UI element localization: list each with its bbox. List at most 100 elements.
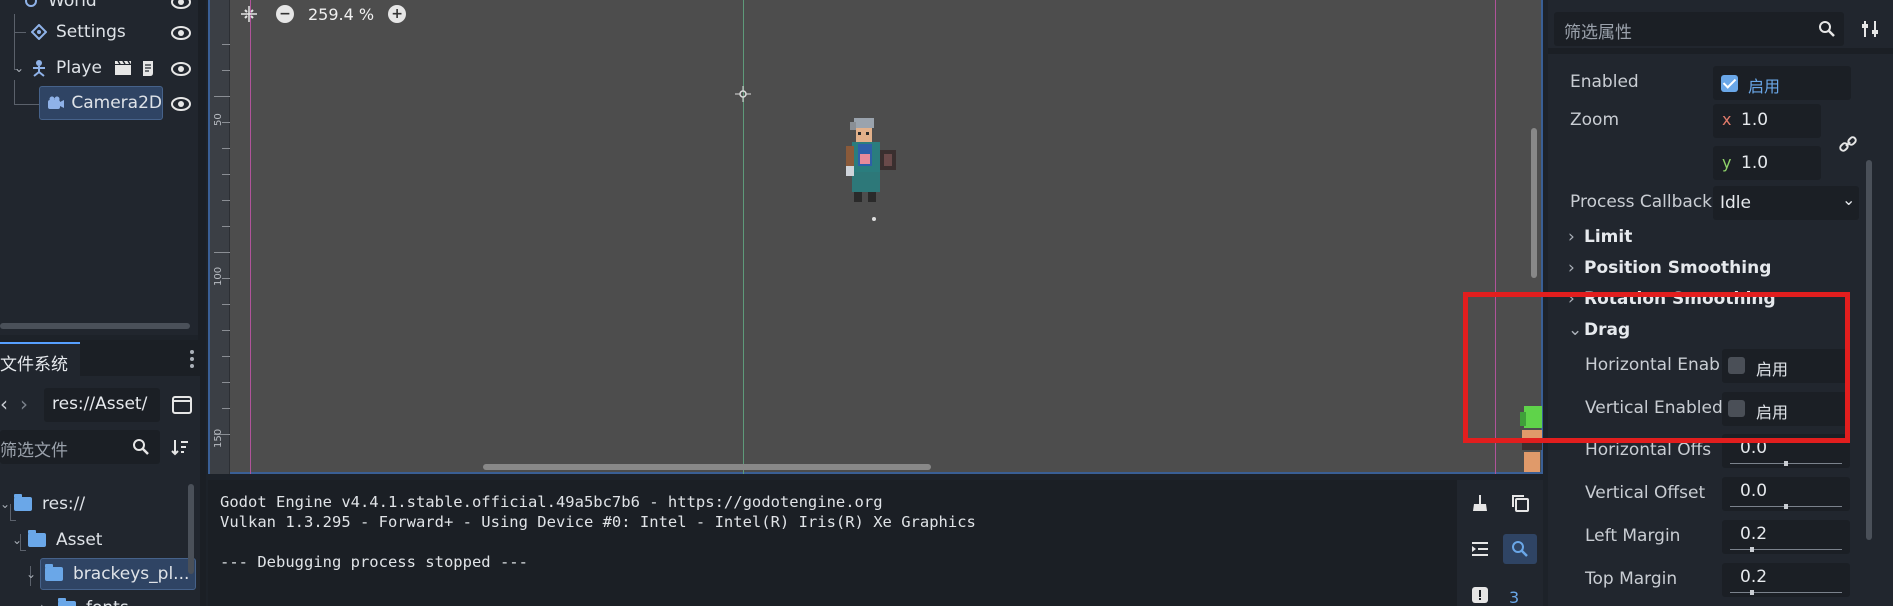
collapse-duplicates-button[interactable]	[1463, 534, 1497, 564]
collapse-chevron-icon[interactable]: ⌄	[12, 533, 28, 547]
zoom-out-button[interactable]: −	[276, 5, 294, 23]
tree-item-settings[interactable]: Settings	[28, 15, 200, 49]
vertical-scrollbar[interactable]	[188, 484, 194, 574]
highlight-annotation-box	[1463, 292, 1850, 443]
camera-center-crosshair	[735, 86, 751, 102]
sort-icon[interactable]	[170, 438, 190, 461]
clapperboard-icon[interactable]	[114, 60, 132, 76]
ruler-tick	[222, 226, 230, 227]
player-sprite	[846, 118, 896, 221]
kebab-menu-icon[interactable]	[190, 350, 194, 368]
log-line: --- Debugging process stopped ---	[220, 553, 528, 571]
collapse-chevron-icon[interactable]: ⌄	[0, 497, 14, 511]
tab-filesystem[interactable]: 文件系统	[0, 342, 80, 376]
folder-icon	[28, 530, 46, 547]
fs-item-res[interactable]: ⌄ res://	[0, 488, 85, 520]
y-axis-label: y	[1722, 153, 1732, 172]
inspector-scrollbar[interactable]	[1866, 160, 1872, 540]
forward-arrow-icon[interactable]: ›	[20, 392, 28, 416]
inspector-divider	[1548, 48, 1893, 54]
fs-item-label: res://	[42, 494, 86, 514]
fs-item-asset[interactable]: ⌄ Asset	[12, 524, 102, 556]
visibility-eye-icon[interactable]	[170, 0, 192, 9]
zoom-level[interactable]: 259.4 %	[308, 5, 374, 24]
vertical-offset-slider[interactable]: 0.0	[1722, 477, 1850, 511]
visibility-eye-icon[interactable]	[170, 61, 192, 76]
left-margin-slider[interactable]: 0.2	[1722, 520, 1850, 554]
visibility-eye-icon[interactable]	[170, 96, 192, 111]
section-title: Limit	[1584, 227, 1633, 247]
tree-connector	[14, 104, 40, 105]
scene-tree-panel: World Settings ⌄ Playe Camera2D	[0, 0, 200, 335]
tree-item-player[interactable]: ⌄ Playe	[14, 51, 200, 85]
zoom-y-value[interactable]: 1.0	[1741, 153, 1768, 173]
vertical-scrollbar[interactable]	[1531, 128, 1537, 278]
filter-search-button[interactable]	[1503, 534, 1537, 564]
vertical-ruler: 50 100 150	[210, 0, 230, 474]
copy-output-button[interactable]	[1503, 488, 1537, 518]
ruler-tick	[222, 382, 230, 383]
process-callback-label: Process Callback	[1570, 192, 1713, 212]
script-icon[interactable]	[140, 59, 156, 77]
log-line: Godot Engine v4.4.1.stable.official.49a5…	[220, 493, 883, 511]
ruler-tick	[222, 304, 230, 305]
enabled-value: 启用	[1748, 77, 1781, 96]
back-arrow-icon[interactable]: ‹	[0, 392, 8, 416]
camera2d-icon	[46, 92, 65, 114]
slider-grabber[interactable]	[1784, 461, 1788, 466]
path-field[interactable]: res://Asset/	[44, 388, 160, 422]
search-icon	[1818, 20, 1836, 43]
fs-item-label: Asset	[56, 530, 103, 550]
inspector-tools-button[interactable]	[1856, 12, 1884, 46]
property-filter-input[interactable]: 筛选属性	[1554, 12, 1844, 46]
split-view-icon[interactable]	[172, 396, 192, 419]
path-row: ‹ › res://Asset/	[0, 388, 200, 422]
clear-output-button[interactable]	[1463, 488, 1497, 518]
character-body-icon	[28, 57, 50, 79]
output-panel: Godot Engine v4.4.1.stable.official.49a5…	[208, 480, 1543, 606]
section-limit[interactable]: › Limit	[1568, 227, 1632, 247]
filesystem-panel: 文件系统 ‹ › res://Asset/ 筛选文件 ⌄ res:// ⌄ As…	[0, 340, 200, 606]
output-log[interactable]: Godot Engine v4.4.1.stable.official.49a5…	[220, 492, 976, 572]
tree-item-label: Playe	[56, 58, 102, 78]
slider-grabber[interactable]	[1784, 504, 1788, 509]
vertical-offset-label: Vertical Offset	[1585, 483, 1706, 503]
chevron-right-icon: ›	[1568, 227, 1575, 247]
tree-item-label: Settings	[56, 22, 126, 42]
zoom-x-value[interactable]: 1.0	[1741, 110, 1768, 130]
horizontal-scrollbar[interactable]	[0, 323, 190, 329]
ruler-label: 100	[213, 266, 224, 286]
ruler-tick	[222, 356, 230, 357]
filesystem-tabbar: 文件系统	[0, 340, 200, 376]
ruler-tick	[222, 148, 230, 149]
center-view-icon[interactable]	[240, 5, 258, 23]
zoom-in-button[interactable]: +	[388, 5, 407, 23]
ruler-tick	[222, 70, 230, 71]
node2d-icon	[28, 21, 50, 43]
enabled-checkbox[interactable]	[1721, 75, 1738, 92]
viewport-bound-line	[250, 0, 251, 474]
fs-item-label: brackeys_pl...	[73, 564, 190, 584]
errors-toggle-button[interactable]	[1463, 580, 1497, 606]
scene-tree: World Settings ⌄ Playe Camera2D	[0, 0, 200, 335]
visibility-eye-icon[interactable]	[170, 25, 192, 40]
collapse-chevron-icon[interactable]: ⌄	[14, 61, 28, 75]
expand-chevron-icon[interactable]: ›	[40, 600, 58, 606]
selected-folder-row[interactable]: brackeys_pl...	[40, 558, 197, 590]
fs-item-fonts[interactable]: › fonts	[40, 592, 129, 606]
horizontal-scrollbar[interactable]	[483, 464, 931, 470]
top-margin-slider[interactable]: 0.2	[1722, 563, 1850, 597]
output-toolbar: 3	[1457, 480, 1543, 606]
link-icon[interactable]	[1838, 134, 1858, 159]
section-position-smoothing[interactable]: › Position Smoothing	[1568, 258, 1771, 278]
collapse-chevron-icon[interactable]: ⌄	[26, 567, 40, 581]
slider-grabber[interactable]	[1750, 590, 1754, 595]
process-callback-value: Idle	[1720, 193, 1751, 213]
fs-item-brackeys[interactable]: ⌄ brackeys_pl...	[26, 558, 197, 590]
2d-viewport[interactable]: 50 100 150 − 259.4 % +	[208, 0, 1543, 474]
slider-grabber[interactable]	[1750, 547, 1754, 552]
ruler-tick	[222, 44, 230, 45]
tree-item-camera2d[interactable]: Camera2D	[39, 86, 163, 120]
ruler-tick	[214, 96, 230, 97]
